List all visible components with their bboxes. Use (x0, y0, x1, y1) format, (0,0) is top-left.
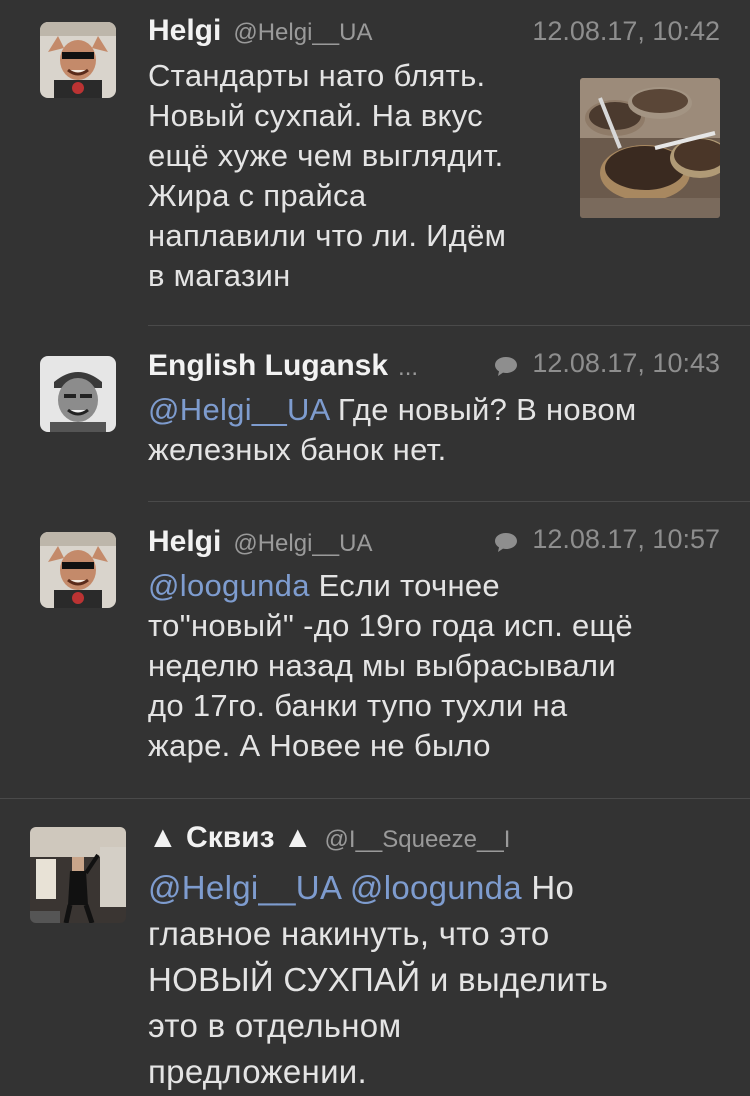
text-line: предложении. (148, 1053, 368, 1090)
text-line: неделю назад мы выбрасывали (148, 648, 616, 683)
avatar-squeeze-image (30, 827, 126, 923)
tweet-4-header: ▲ Сквиз ▲ @I__Squeeze__I (148, 821, 720, 861)
text-line: это в отдельном (148, 1007, 402, 1044)
avatar-helgi-image (40, 532, 116, 608)
display-name[interactable]: Helgi (148, 14, 221, 48)
display-name[interactable]: ▲ Сквиз ▲ (148, 821, 313, 855)
tweet-1-text: Стандарты нато блять. Новый сухпай. На в… (148, 56, 568, 296)
text-line: Жира с прайса (148, 178, 367, 213)
username[interactable]: @Helgi__UA (233, 19, 372, 47)
text-fragment: Но (521, 869, 575, 906)
tweet-4[interactable]: ▲ Сквиз ▲ @I__Squeeze__I @Helgi__UA @loo… (0, 799, 750, 1096)
username[interactable]: @Helgi__UA (233, 530, 372, 558)
text-line: @Helgi__UA @loogunda Но (148, 865, 728, 911)
mention-link[interactable]: @loogunda (148, 568, 310, 603)
text-line: Новый сухпай. На вкус (148, 98, 483, 133)
avatar-english-lugansk[interactable] (40, 356, 116, 432)
tweet-1-media-thumbnail[interactable] (580, 78, 720, 218)
tweet-3[interactable]: Helgi @Helgi__UA 12.08.17, 10:57 @loogun… (0, 502, 750, 798)
text-line: главное накинуть, что это (148, 915, 550, 952)
tweet-timeline: Helgi @Helgi__UA 12.08.17, 10:42 Стандар… (0, 0, 750, 1096)
tweet-meta: 12.08.17, 10:43 (494, 348, 720, 379)
timestamp: 12.08.17, 10:43 (532, 348, 720, 378)
media-image (580, 78, 720, 218)
mention-link[interactable]: @loogunda (350, 869, 522, 906)
avatar-squeeze[interactable] (30, 827, 126, 923)
text-line: то"новый" -до 19го года исп. ещё (148, 608, 633, 643)
text-line: НОВЫЙ СУХПАЙ и выделить (148, 961, 609, 998)
tweet-3-text: @loogunda Если точнее то"новый" -до 19го… (148, 566, 728, 766)
mention-link[interactable]: @Helgi__UA (148, 392, 329, 427)
avatar-helgi[interactable] (40, 22, 116, 98)
tweet-1[interactable]: Helgi @Helgi__UA 12.08.17, 10:42 Стандар… (0, 0, 750, 326)
speech-bubble-icon (495, 356, 518, 376)
text-line: до 17го. банки тупо тухли на (148, 688, 568, 723)
speech-bubble-icon (495, 532, 518, 552)
tweet-meta: 12.08.17, 10:42 (532, 16, 720, 47)
text-line: Стандарты нато блять. (148, 58, 486, 93)
tweet-1-header: Helgi @Helgi__UA 12.08.17, 10:42 (148, 14, 720, 54)
text-fragment: Если точнее (309, 568, 500, 603)
display-name[interactable]: Helgi (148, 525, 221, 559)
display-name[interactable]: English Lugansk (148, 349, 388, 383)
text-line: @loogunda Если точнее (148, 566, 728, 606)
username[interactable]: @I__Squeeze__I (325, 826, 511, 854)
tweet-2[interactable]: English Lugansk ... 12.08.17, 10:43 @Hel… (0, 326, 750, 502)
tweet-2-header: English Lugansk ... 12.08.17, 10:43 (148, 348, 720, 388)
avatar-helgi[interactable] (40, 532, 116, 608)
timestamp: 12.08.17, 10:42 (532, 16, 720, 46)
text-line: ещё хуже чем выглядит. (148, 138, 504, 173)
avatar-english-lugansk-image (40, 356, 116, 432)
timestamp: 12.08.17, 10:57 (532, 524, 720, 554)
text-line: железных банок нет. (148, 432, 447, 467)
text-fragment: Где новый? В новом (328, 392, 637, 427)
tweet-meta: 12.08.17, 10:57 (494, 524, 720, 555)
tweet-2-text: @Helgi__UA Где новый? В новом железных б… (148, 390, 718, 470)
text-line: в магазин (148, 258, 291, 293)
mention-link[interactable]: @Helgi__UA (148, 869, 340, 906)
text-line: наплавили что ли. Идём (148, 218, 507, 253)
name-truncation: ... (398, 353, 419, 381)
text-line: @Helgi__UA Где новый? В новом (148, 390, 718, 430)
tweet-4-text: @Helgi__UA @loogunda Но главное накинуть… (148, 865, 728, 1095)
text-line: жаре. А Новее не было (148, 728, 491, 763)
tweet-3-header: Helgi @Helgi__UA 12.08.17, 10:57 (148, 524, 720, 564)
avatar-helgi-image (40, 22, 116, 98)
